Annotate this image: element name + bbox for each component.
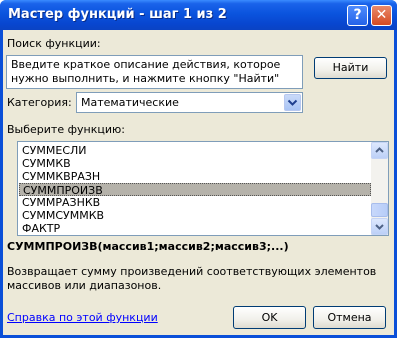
dialog-window: Мастер функций - шаг 1 из 2 ? ✕ Поиск фу…: [0, 0, 397, 338]
function-list-label: Выберите функцию:: [7, 123, 125, 136]
scroll-thumb[interactable]: [371, 203, 388, 217]
category-select[interactable]: Математические: [76, 92, 303, 113]
list-scrollbar[interactable]: [371, 142, 388, 235]
chevron-down-icon: [287, 99, 298, 106]
list-item[interactable]: СУММРАЗНКВ: [19, 196, 371, 209]
scroll-up-button[interactable]: [371, 142, 388, 159]
find-button[interactable]: Найти: [314, 57, 387, 79]
function-help-link[interactable]: Справка по этой функции: [7, 311, 158, 324]
dropdown-arrow-button[interactable]: [284, 94, 301, 111]
category-value: Математические: [81, 96, 179, 109]
close-button[interactable]: ✕: [371, 5, 392, 26]
function-signature: СУММПРОИЗВ(массив1;массив2;массив3;...): [7, 240, 289, 253]
cancel-button[interactable]: Отмена: [313, 306, 386, 329]
list-item[interactable]: СУММКВРАЗН: [19, 170, 371, 183]
search-label: Поиск функции:: [7, 37, 101, 50]
scroll-down-button[interactable]: [371, 218, 388, 235]
help-button[interactable]: ?: [347, 5, 368, 26]
window-title: Мастер функций - шаг 1 из 2: [8, 7, 227, 22]
list-item[interactable]: ФАКТР: [19, 222, 371, 235]
category-label: Категория:: [7, 96, 72, 109]
search-input[interactable]: Введите краткое описание действия, котор…: [6, 55, 303, 89]
list-item[interactable]: СУММЕСЛИ: [19, 144, 371, 157]
list-item-selected[interactable]: СУММПРОИЗВ: [19, 183, 371, 197]
function-list[interactable]: СУММЕСЛИ СУММКВ СУММКВРАЗН СУММПРОИЗВ СУ…: [17, 141, 389, 236]
dialog-body: Поиск функции: Введите краткое описание …: [3, 30, 394, 335]
ok-button[interactable]: OK: [233, 306, 306, 329]
list-item[interactable]: СУММКВ: [19, 157, 371, 170]
title-bar[interactable]: Мастер функций - шаг 1 из 2 ? ✕: [0, 0, 397, 30]
chevron-up-icon: [375, 147, 384, 153]
chevron-down-icon: [375, 224, 384, 230]
function-description: Возвращает сумму произведений соответств…: [7, 265, 377, 292]
list-item[interactable]: СУММСУММКВ: [19, 209, 371, 222]
